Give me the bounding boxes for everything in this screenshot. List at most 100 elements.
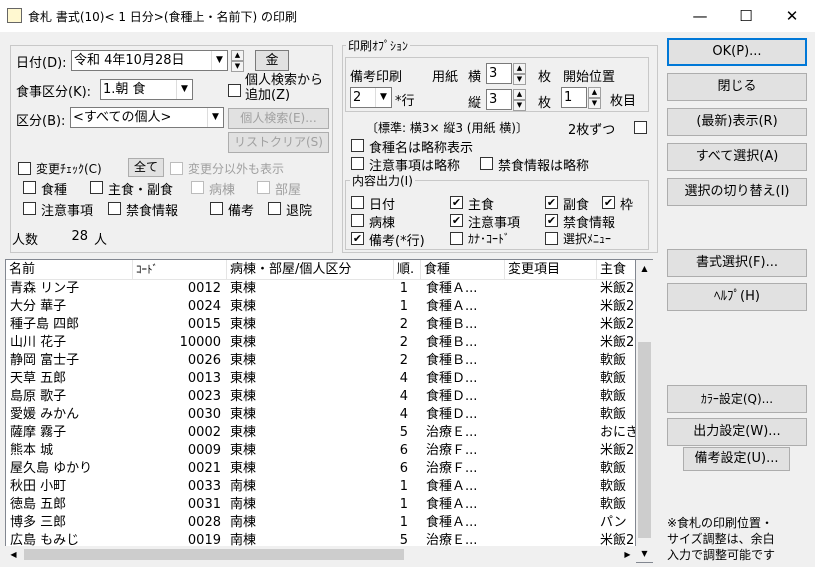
table-row[interactable]: 静岡 富士子 0026 東棟 2 食種Ｂ... 軟飯 (6, 352, 635, 370)
kinshoku-checkbox[interactable] (108, 202, 121, 215)
meal-value: 1.朝 食 (103, 82, 146, 97)
table-row[interactable]: 青森 リン子 0012 東棟 1 食種Ａ... 米飯2 (6, 280, 635, 298)
twoup-checkbox[interactable] (634, 121, 647, 134)
start-position-spinner[interactable]: ▲ ▼ (588, 87, 601, 109)
column-header-order[interactable]: 順. (394, 260, 421, 280)
refresh-button[interactable]: (最新)表示(R) (667, 108, 807, 136)
kubun-dropdown[interactable]: <すべての個人> ▼ (70, 107, 224, 128)
list-clear-button[interactable]: リストクリア(S) (228, 132, 329, 153)
content-chui-checkbox[interactable]: ✔ (450, 214, 463, 227)
select-all-button[interactable]: すべて選択(A) (667, 143, 807, 171)
abbr-kinshoku-checkbox[interactable] (480, 157, 493, 170)
format-select-button[interactable]: 書式選択(F)... (667, 249, 807, 277)
cell-order: 4 (399, 371, 408, 386)
personal-search-button[interactable]: 個人検索(E)... (228, 108, 329, 129)
content-biko-checkbox[interactable]: ✔ (351, 232, 364, 245)
content-kana-code-checkbox[interactable] (450, 232, 463, 245)
table-row[interactable]: 薩摩 霧子 0002 東棟 5 治療Ｅ... おにぎ (6, 424, 635, 442)
biko-checkbox[interactable] (210, 202, 223, 215)
spin-up-icon[interactable]: ▲ (231, 50, 244, 61)
cell-shokushu: 治療Ｆ... (426, 461, 478, 476)
scroll-thumb[interactable] (638, 342, 651, 538)
table-row[interactable]: 愛媛 みかん 0030 東棟 4 食種Ｄ... 軟飯 (6, 406, 635, 424)
maximize-button[interactable]: ☐ (723, 0, 769, 32)
spin-up-icon[interactable]: ▲ (513, 63, 526, 74)
abbr-shokushu-checkbox[interactable] (351, 139, 364, 152)
table-row[interactable]: 徳島 五郎 0031 南棟 1 食種Ａ... 軟飯 (6, 496, 635, 514)
scroll-left-icon[interactable]: ◀ (5, 546, 22, 563)
output-settings-button[interactable]: 出力設定(W)... (667, 418, 807, 446)
column-header-code[interactable]: ｺｰﾄﾞ (133, 260, 227, 280)
content-waku-checkbox[interactable]: ✔ (602, 196, 615, 209)
scroll-right-icon[interactable]: ▶ (619, 546, 636, 563)
spin-down-icon[interactable]: ▼ (231, 61, 244, 72)
show-other-checkbox[interactable] (170, 162, 183, 175)
table-row[interactable]: 山川 花子 10000 東棟 2 食種Ｂ... 米飯2 (6, 334, 635, 352)
chui-jiko-checkbox[interactable] (23, 202, 36, 215)
scroll-up-icon[interactable]: ▲ (636, 260, 653, 277)
chevron-down-icon[interactable]: ▼ (211, 51, 227, 70)
spin-up-icon[interactable]: ▲ (513, 89, 526, 100)
close-window-button[interactable]: ✕ (769, 0, 815, 32)
table-row[interactable]: 博多 三郎 0028 南棟 1 食種Ａ... パン (6, 514, 635, 532)
table-row[interactable]: 熊本 城 0009 東棟 6 治療Ｆ... 米飯2 (6, 442, 635, 460)
heya-checkbox[interactable] (257, 181, 270, 194)
toggle-selection-button[interactable]: 選択の切り替え(I) (667, 178, 807, 206)
minimize-button[interactable]: — (677, 0, 723, 32)
close-button[interactable]: 閉じる (667, 73, 807, 101)
column-header-name[interactable]: 名前 (6, 260, 133, 280)
column-header-changes[interactable]: 変更項目 (505, 260, 597, 280)
change-check-checkbox[interactable] (18, 162, 31, 175)
spin-down-icon[interactable]: ▼ (513, 100, 526, 111)
color-settings-button[interactable]: ｶﾗｰ設定(Q)... (667, 385, 807, 413)
chevron-down-icon[interactable]: ▼ (375, 88, 391, 107)
hscroll-thumb[interactable] (24, 549, 404, 560)
content-date-checkbox[interactable] (351, 196, 364, 209)
help-button[interactable]: ﾍﾙﾌﾟ(H) (667, 283, 807, 311)
content-select-menu-checkbox[interactable] (545, 232, 558, 245)
date-spinner[interactable]: ▲ ▼ (231, 50, 244, 72)
chevron-down-icon[interactable]: ▼ (176, 80, 192, 99)
column-header-ward[interactable]: 病棟・部屋/個人区分 (227, 260, 394, 280)
taiin-checkbox[interactable] (268, 202, 281, 215)
byoto-checkbox[interactable] (191, 181, 204, 194)
column-header-shushoku[interactable]: 主食 (597, 260, 635, 280)
meal-dropdown[interactable]: 1.朝 食 ▼ (100, 79, 193, 100)
table-row[interactable]: 島原 歌子 0023 東棟 4 食種Ｄ... 軟飯 (6, 388, 635, 406)
chevron-down-icon[interactable]: ▼ (207, 108, 223, 127)
spin-up-icon[interactable]: ▲ (588, 87, 601, 98)
shushoku-fukushoku-checkbox[interactable] (90, 181, 103, 194)
all-button[interactable]: 全て (128, 158, 164, 177)
cell-ward: 東棟 (230, 371, 257, 386)
content-fukushoku-checkbox[interactable]: ✔ (545, 196, 558, 209)
tate-spinner[interactable]: ▲ ▼ (513, 89, 526, 111)
date-dropdown[interactable]: 令和 4年10月28日 ▼ (71, 50, 228, 71)
personal-search-add-checkbox[interactable] (228, 84, 241, 97)
scroll-down-icon[interactable]: ▼ (636, 545, 653, 562)
start-position-input[interactable]: 1 (561, 87, 587, 108)
cell-name: 種子島 四郎 (10, 317, 80, 332)
content-kinshoku-checkbox[interactable]: ✔ (545, 214, 558, 227)
biko-settings-button[interactable]: 備考設定(U)... (683, 447, 790, 471)
yoko-spinner[interactable]: ▲ ▼ (513, 63, 526, 85)
abbr-chui-checkbox[interactable] (351, 157, 364, 170)
content-shushoku-checkbox[interactable]: ✔ (450, 196, 463, 209)
table-row[interactable]: 屋久島 ゆかり 0021 東棟 6 治療Ｆ... 軟飯 (6, 460, 635, 478)
table-row[interactable]: 天草 五郎 0013 東棟 4 食種Ｄ... 軟飯 (6, 370, 635, 388)
table-row[interactable]: 秋田 小町 0033 南棟 1 食種Ａ... 軟飯 (6, 478, 635, 496)
spin-down-icon[interactable]: ▼ (513, 74, 526, 85)
column-header-shokushu[interactable]: 食種 (421, 260, 505, 280)
horizontal-scrollbar[interactable]: ◀ ▶ (5, 546, 636, 563)
content-byoto-checkbox[interactable] (351, 214, 364, 227)
biko-lines-dropdown[interactable]: 2 ▼ (350, 87, 392, 108)
cell-name: 大分 華子 (10, 299, 67, 314)
yoko-input[interactable]: 3 (486, 63, 512, 84)
ok-button[interactable]: OK(P)... (667, 38, 807, 66)
shokushu-checkbox[interactable] (23, 181, 36, 194)
vertical-scrollbar[interactable]: ▲ ▼ (636, 259, 653, 563)
table-row[interactable]: 大分 華子 0024 東棟 1 食種Ａ... 米飯2 (6, 298, 635, 316)
patient-table[interactable]: 名前 ｺｰﾄﾞ 病棟・部屋/個人区分 順. 食種 変更項目 主食 青森 リン子 0… (5, 259, 636, 563)
tate-input[interactable]: 3 (486, 89, 512, 110)
table-row[interactable]: 種子島 四郎 0015 東棟 2 食種Ｂ... 米飯2 (6, 316, 635, 334)
spin-down-icon[interactable]: ▼ (588, 98, 601, 109)
